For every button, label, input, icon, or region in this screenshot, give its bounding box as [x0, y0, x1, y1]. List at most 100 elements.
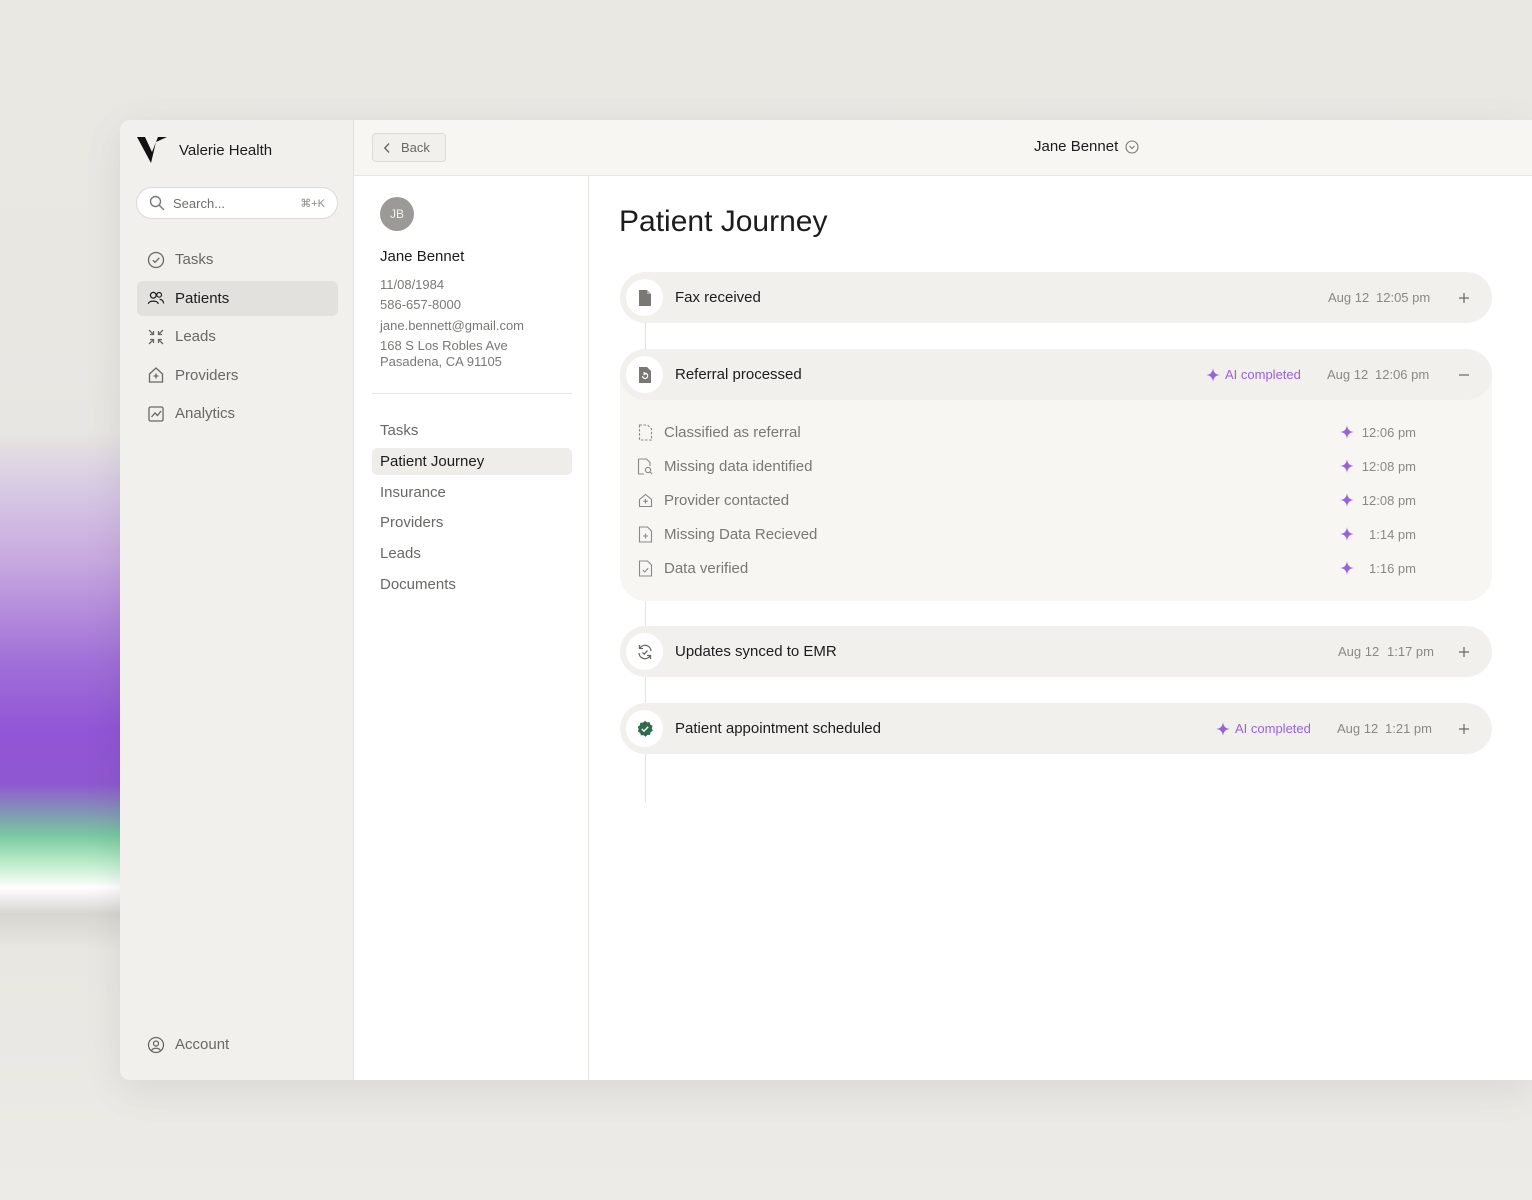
decorative-gradient [0, 430, 130, 950]
patient-details: 11/08/1984 586-657-8000 jane.bennett@gma… [380, 275, 524, 370]
chevron-down-circle-icon [1125, 139, 1139, 154]
address-line2: Pasadena, CA 91105 [380, 353, 502, 369]
patient-switcher[interactable]: Jane Bennet [1034, 138, 1139, 155]
event-substeps: Classified as referral 12:06 pm Missing … [636, 415, 1476, 585]
main-content: Patient Journey Fax received Aug 12 12:0… [589, 176, 1532, 1080]
sidebar-item-label: Tasks [175, 251, 214, 268]
list-item: Provider contacted 12:08 pm [636, 483, 1476, 517]
refresh-document-icon [626, 356, 663, 393]
sidebar-item-analytics[interactable]: Analytics [137, 396, 338, 431]
divider [372, 393, 572, 394]
event-time: 12:05 pm [1376, 290, 1431, 305]
chevron-left-icon [383, 142, 390, 153]
check-circle-icon [147, 251, 165, 269]
sidebar-item-label: Providers [175, 366, 239, 384]
substep-label: Missing data identified [664, 457, 813, 475]
chart-icon [147, 405, 165, 423]
brand-name: Valerie Health [179, 141, 273, 159]
substep-label: Data verified [664, 559, 749, 577]
top-bar: Back Jane Bennet [354, 120, 1532, 176]
account-button[interactable]: Account [137, 1027, 338, 1062]
sidebar-item-label: Analytics [175, 405, 236, 422]
sidebar-item-patients[interactable]: Patients [137, 280, 338, 316]
sidebar-item-providers[interactable]: Providers [137, 358, 338, 393]
search-input[interactable]: Search... ⌘+K [136, 187, 338, 219]
expand-icon[interactable] [1456, 721, 1472, 737]
sidebar: Valerie Health Search... ⌘+K Tasks Patie… [120, 120, 354, 1080]
timeline-event[interactable]: Fax received Aug 12 12:05 pm [620, 272, 1492, 323]
event-label: Fax received [675, 289, 761, 306]
substep-time: 1:16 pm [1369, 560, 1416, 576]
search-icon [149, 195, 165, 211]
substep-time: 12:08 pm [1361, 492, 1416, 508]
expand-icon[interactable] [1456, 290, 1472, 306]
ai-completed-label: AI completed [1235, 721, 1311, 736]
event-date: Aug 12 [1327, 367, 1369, 382]
collapse-icon[interactable] [1456, 367, 1472, 383]
patient-nav-tasks[interactable]: Tasks [372, 417, 572, 444]
timeline-event[interactable]: Patient appointment scheduled AI complet… [620, 703, 1492, 754]
timeline-event[interactable]: Referral processed AI completed Aug 12 1… [620, 349, 1492, 400]
back-button[interactable]: Back [372, 133, 446, 162]
check-badge-icon [626, 710, 663, 747]
patient-phone: 586-657-8000 [380, 297, 461, 313]
sparkle-icon [1206, 367, 1220, 382]
patient-nav-patient-journey[interactable]: Patient Journey [372, 447, 572, 475]
substep-label: Missing Data Recieved [664, 525, 818, 543]
sync-icon [626, 633, 663, 670]
sidebar-item-label: Patients [175, 289, 230, 307]
search-document-icon [636, 457, 654, 475]
sparkle-icon [1338, 491, 1356, 509]
substep-label: Classified as referral [664, 423, 801, 441]
patient-nav-insurance[interactable]: Insurance [372, 479, 572, 506]
sidebar-item-label: Leads [175, 328, 216, 345]
ai-completed-badge: AI completed [1216, 721, 1311, 736]
patient-name: Jane Bennet [380, 248, 465, 265]
patient-email: jane.bennett@gmail.com [380, 317, 524, 333]
valerie-logo-icon [137, 137, 167, 163]
event-date: Aug 12 [1328, 290, 1370, 305]
list-item: Missing Data Recieved 1:14 pm [636, 517, 1476, 551]
patient-nav-leads[interactable]: Leads [372, 540, 572, 567]
event-time: 1:21 pm [1385, 721, 1432, 736]
patient-nav-documents[interactable]: Documents [372, 571, 572, 598]
expand-icon[interactable] [1456, 644, 1472, 660]
hospital-icon [636, 491, 654, 509]
timeline-event[interactable]: Updates synced to EMR Aug 12 1:17 pm [620, 626, 1492, 677]
sparkle-icon [1216, 721, 1230, 736]
list-item: Missing data identified 12:08 pm [636, 449, 1476, 483]
patient-panel: JB Jane Bennet 11/08/1984 586-657-8000 j… [354, 176, 589, 1080]
expanded-event-panel: Referral processed AI completed Aug 12 1… [620, 349, 1492, 601]
dashed-document-icon [636, 423, 654, 441]
sparkle-icon [1338, 457, 1356, 475]
patient-nav-providers[interactable]: Providers [372, 509, 572, 536]
hospital-icon [147, 366, 165, 384]
plus-document-icon [636, 525, 654, 543]
sparkle-icon [1338, 559, 1356, 577]
back-label: Back [401, 140, 430, 155]
sidebar-item-leads[interactable]: Leads [137, 319, 338, 354]
patient-dob: 11/08/1984 [380, 277, 445, 292]
avatar: JB [380, 197, 414, 231]
page-title: Patient Journey [619, 205, 828, 238]
ai-completed-label: AI completed [1225, 367, 1301, 382]
patient-title: Jane Bennet [1034, 138, 1119, 155]
substep-label: Provider contacted [664, 491, 790, 509]
sidebar-nav: Tasks Patients Leads Providers Analytics [137, 242, 338, 435]
document-icon [626, 279, 663, 316]
app-window: Valerie Health Search... ⌘+K Tasks Patie… [120, 120, 1532, 1080]
event-label: Patient appointment scheduled [675, 720, 881, 737]
users-icon [147, 289, 165, 307]
account-label: Account [175, 1036, 230, 1053]
sparkle-icon [1338, 423, 1356, 441]
sparkle-icon [1338, 525, 1356, 543]
user-circle-icon [147, 1036, 165, 1054]
event-label: Referral processed [675, 366, 802, 383]
brand[interactable]: Valerie Health [137, 137, 272, 163]
substep-time: 12:08 pm [1361, 458, 1416, 474]
sidebar-item-tasks[interactable]: Tasks [137, 242, 338, 277]
search-shortcut: ⌘+K [300, 197, 325, 210]
event-time: 1:17 pm [1387, 644, 1434, 659]
substep-time: 12:06 pm [1361, 424, 1416, 440]
event-date: Aug 12 [1337, 721, 1379, 736]
